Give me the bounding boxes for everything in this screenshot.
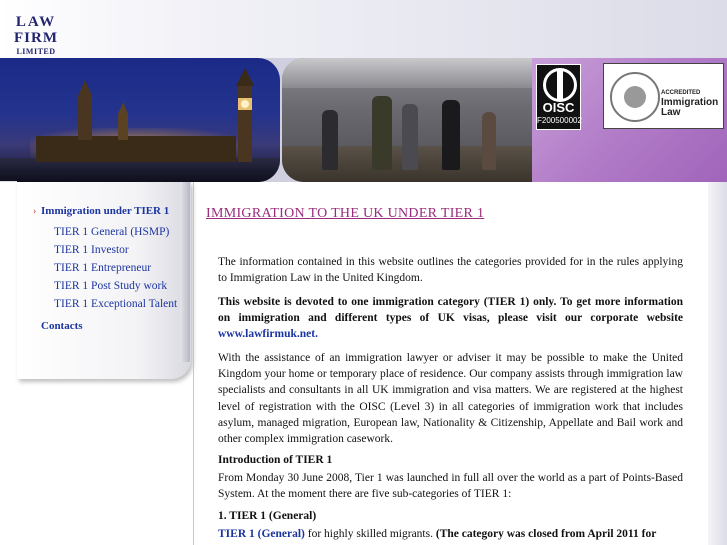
sidebar-item-tier1-exceptional-talent[interactable]: TIER 1 Exceptional Talent: [54, 298, 177, 310]
sidebar-item-tier1-investor[interactable]: TIER 1 Investor: [54, 244, 129, 256]
tier1-general-link[interactable]: TIER 1 (General): [218, 528, 305, 540]
logo-line-3: LIMITED: [16, 47, 56, 56]
content-divider: [193, 182, 194, 545]
logo-line-1: LAW: [15, 14, 57, 30]
oisc-ring-icon: [543, 68, 577, 102]
intro-text: From Monday 30 June 2008, Tier 1 was lau…: [218, 472, 683, 501]
sidebar-item-contacts[interactable]: Contacts: [41, 320, 83, 332]
travellers-photo: [282, 58, 532, 182]
sidebar-edge: [180, 182, 190, 362]
intro-paragraph: The information contained in this websit…: [218, 256, 683, 285]
corporate-website-link[interactable]: www.lawfirmuk.net.: [218, 328, 318, 340]
devoted-text: This website is devoted to one immigrati…: [218, 296, 683, 325]
intro-heading: Introduction of TIER 1: [218, 454, 333, 466]
divider: [0, 181, 17, 182]
header-bar: [0, 0, 727, 58]
accredited-label: ACCREDITED: [661, 90, 701, 96]
regulation-seal-icon: [610, 72, 660, 122]
law-firm-logo[interactable]: LAW FIRM LIMITED: [10, 15, 62, 56]
sidebar-item-tier1-entrepreneur[interactable]: TIER 1 Entrepreneur: [54, 262, 151, 274]
devoted-paragraph: This website is devoted to one immigrati…: [218, 294, 683, 343]
immigration-law-label: Immigration Law: [661, 97, 719, 118]
chevron-right-icon: ›: [33, 206, 37, 217]
oisc-badge-number: F200500002: [537, 116, 582, 125]
right-gutter: [708, 182, 727, 545]
oisc-badge: OISC F200500002: [536, 64, 582, 130]
section-1-heading: 1. TIER 1 (General): [218, 510, 317, 522]
section-1-text: TIER 1 (General) for highly skilled migr…: [218, 526, 683, 542]
sidebar-item-tier1-general[interactable]: TIER 1 General (HSMP): [54, 226, 169, 238]
sidebar-item-immigration-tier1[interactable]: Immigration under TIER 1: [41, 205, 169, 217]
accredited-immigration-law-badge: ACCREDITED Immigration Law: [603, 63, 724, 129]
oisc-badge-title: OISC: [542, 100, 575, 115]
westminster-skyline-icon: [36, 68, 254, 162]
section-1-note: (The category was closed from April 2011…: [435, 528, 657, 540]
london-night-photo: [0, 58, 280, 182]
sidebar-item-tier1-post-study[interactable]: TIER 1 Post Study work: [54, 280, 167, 292]
section-1-description: for highly skilled migrants.: [304, 528, 436, 540]
page-title: IMMIGRATION TO THE UK UNDER TIER 1: [206, 206, 485, 221]
assistance-paragraph: With the assistance of an immigration la…: [218, 352, 683, 446]
logo-line-2: FIRM: [14, 30, 58, 46]
